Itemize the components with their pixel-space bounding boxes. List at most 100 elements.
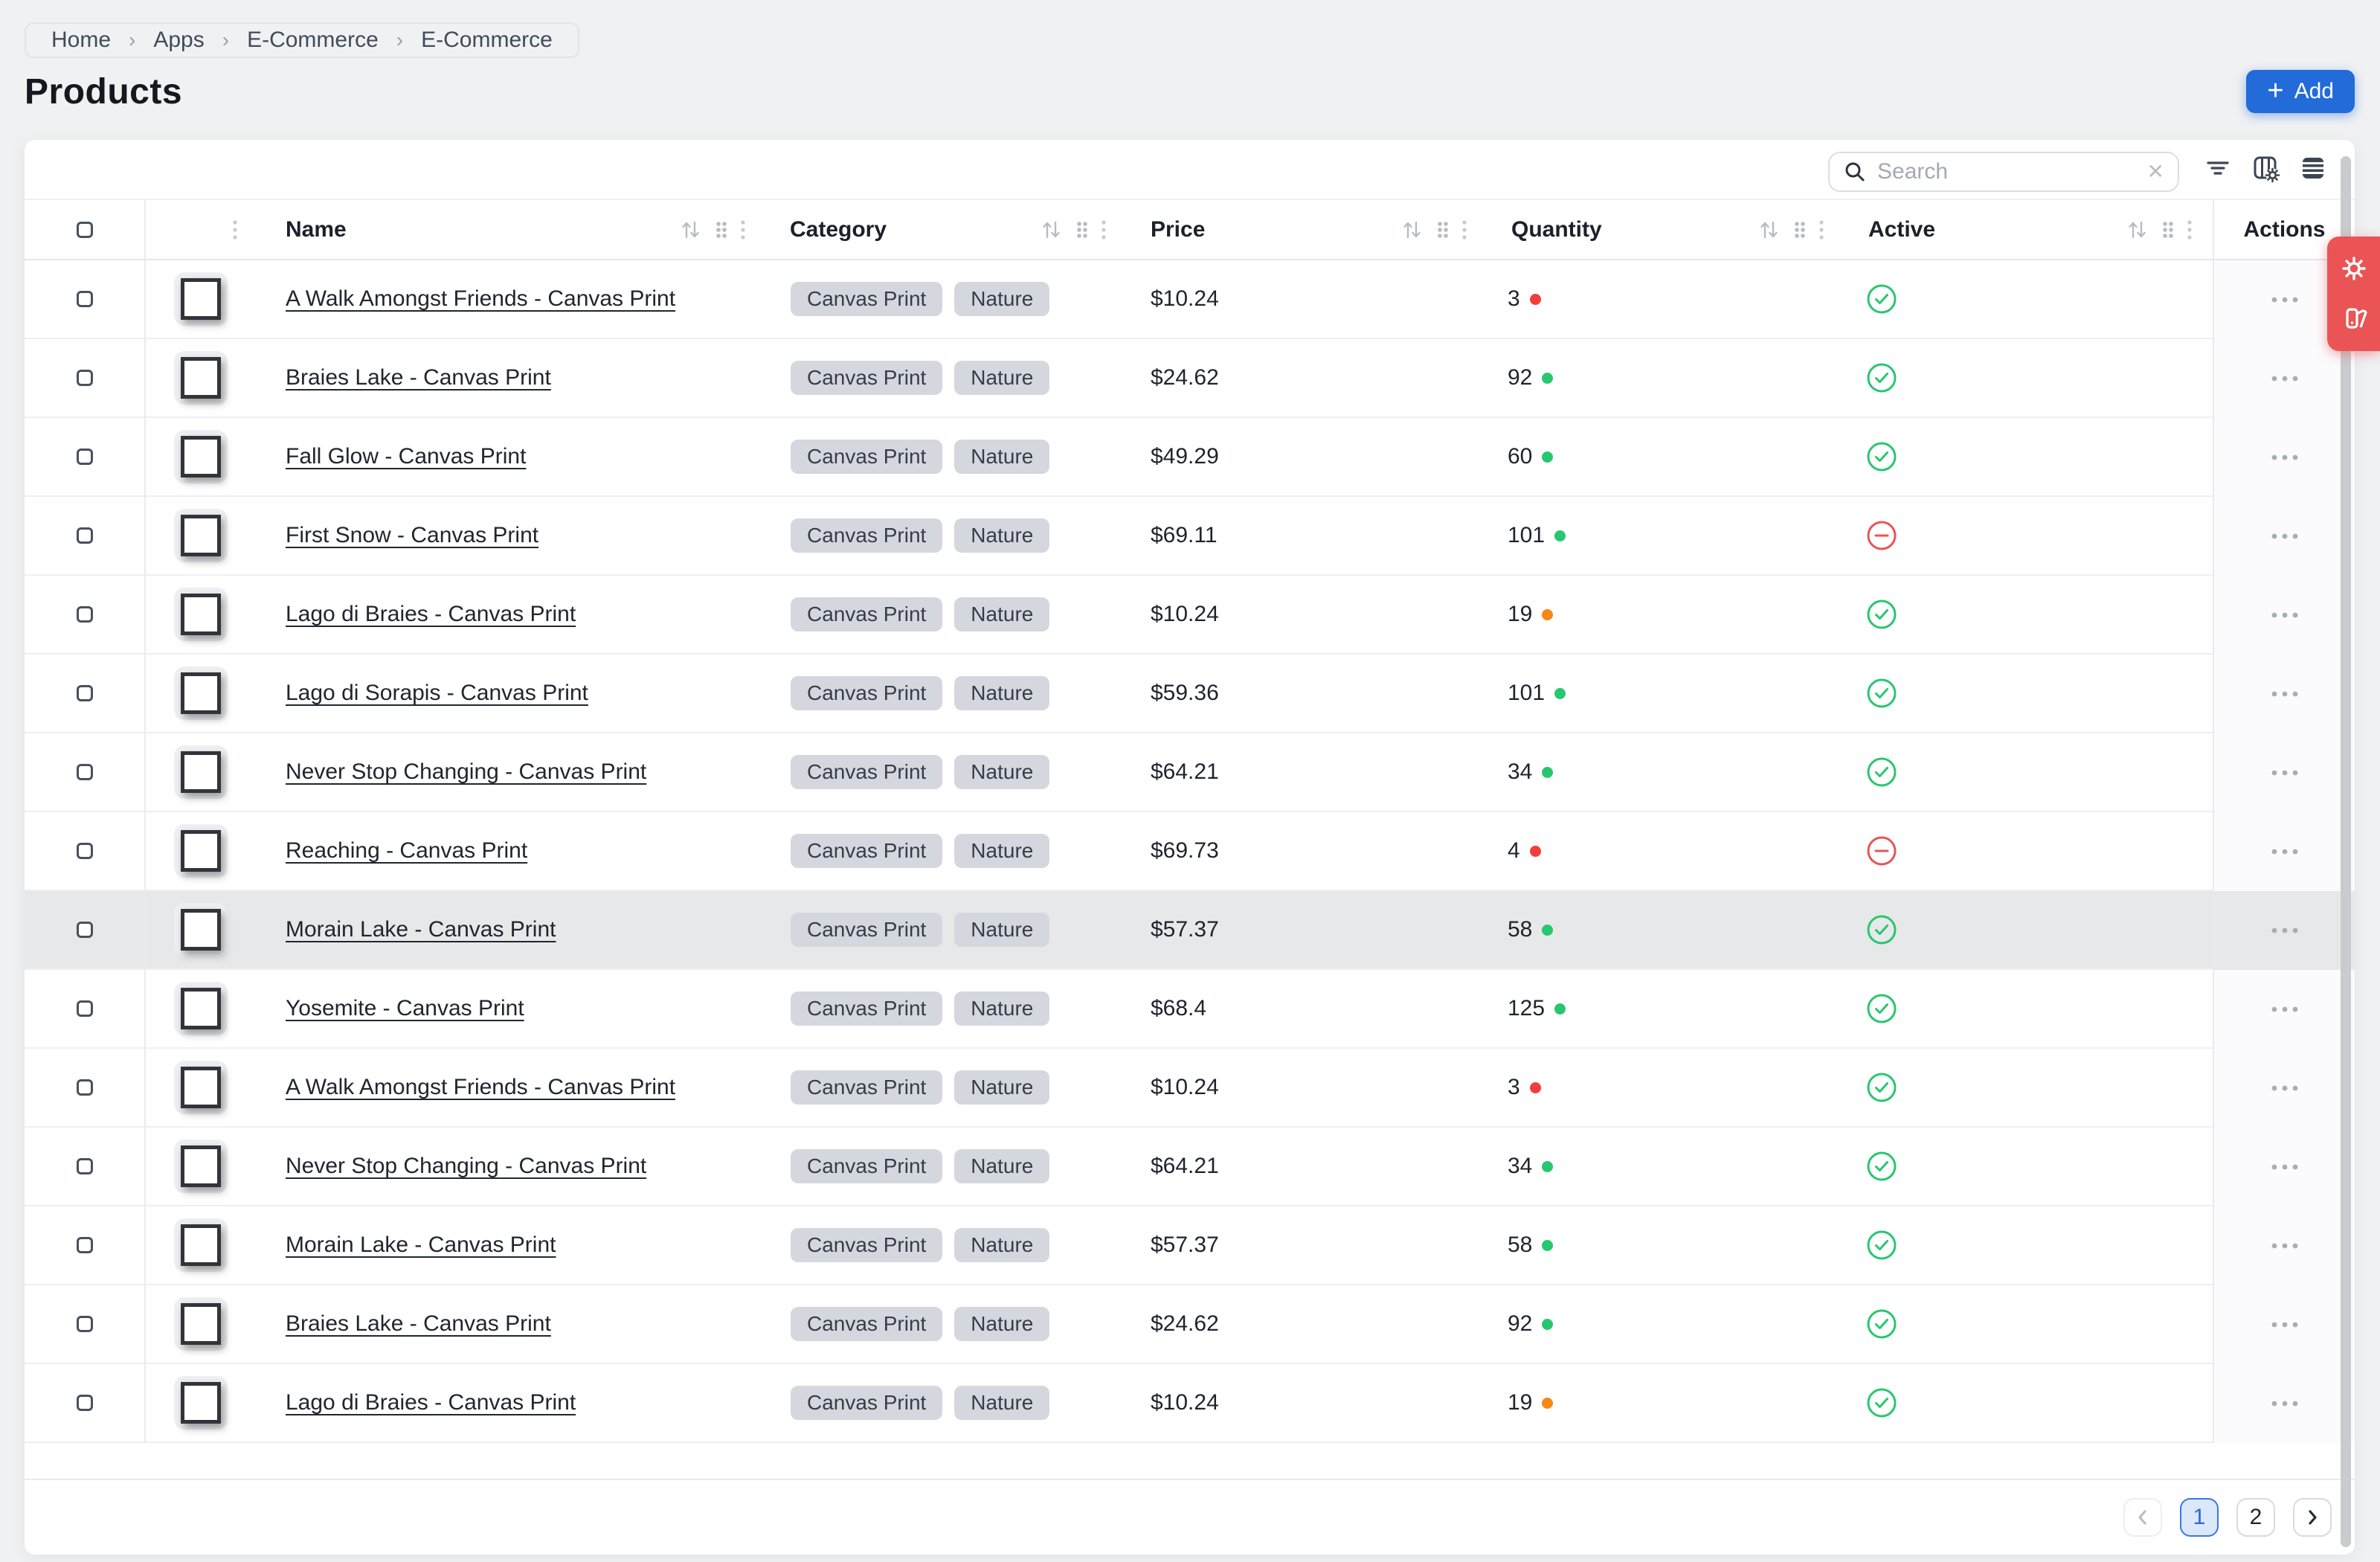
pagination-prev-button[interactable] (2123, 1498, 2162, 1537)
table-row[interactable]: A Walk Amongst Friends - Canvas Print Ca… (25, 1049, 2355, 1128)
row-actions-button[interactable] (2213, 576, 2355, 655)
column-header-price[interactable]: Price (1151, 217, 1205, 242)
product-name-link[interactable]: Morain Lake - Canvas Print (286, 1232, 556, 1258)
row-actions-button[interactable] (2213, 418, 2355, 497)
product-name-link[interactable]: Fall Glow - Canvas Print (286, 444, 526, 469)
column-header-active[interactable]: Active (1868, 217, 1935, 242)
column-header-name[interactable]: Name (286, 217, 347, 242)
sort-icon[interactable] (2123, 218, 2150, 242)
column-menu-icon[interactable] (1461, 218, 1468, 242)
drag-grip-icon[interactable] (2159, 218, 2177, 242)
swatches-icon[interactable] (2338, 303, 2370, 334)
product-name-link[interactable]: Lago di Sorapis - Canvas Print (286, 681, 588, 706)
product-name-link[interactable]: A Walk Amongst Friends - Canvas Print (286, 1075, 675, 1100)
table-row[interactable]: Lago di Braies - Canvas Print Canvas Pri… (25, 576, 2355, 655)
sort-icon[interactable] (1755, 218, 1782, 242)
table-row[interactable]: Reaching - Canvas Print Canvas Print Nat… (25, 812, 2355, 891)
row-actions-button[interactable] (2213, 812, 2355, 891)
table-row[interactable]: Braies Lake - Canvas Print Canvas Print … (25, 339, 2355, 418)
row-checkbox[interactable] (77, 606, 93, 623)
sort-icon[interactable] (1398, 218, 1425, 242)
row-checkbox[interactable] (77, 843, 93, 859)
product-name-link[interactable]: Never Stop Changing - Canvas Print (286, 1154, 646, 1179)
row-actions-button[interactable] (2213, 339, 2355, 418)
product-name-link[interactable]: Morain Lake - Canvas Print (286, 917, 556, 942)
row-checkbox[interactable] (77, 764, 93, 780)
product-name-link[interactable]: Never Stop Changing - Canvas Print (286, 759, 646, 785)
product-name-link[interactable]: Lago di Braies - Canvas Print (286, 1390, 576, 1415)
column-menu-icon[interactable] (231, 218, 239, 242)
product-name-link[interactable]: Lago di Braies - Canvas Print (286, 602, 576, 627)
product-name-link[interactable]: A Walk Amongst Friends - Canvas Print (286, 286, 675, 312)
table-row[interactable]: Lago di Sorapis - Canvas Print Canvas Pr… (25, 655, 2355, 733)
search-input[interactable] (1877, 159, 2137, 184)
row-actions-button[interactable] (2213, 1364, 2355, 1443)
row-checkbox[interactable] (77, 449, 93, 465)
table-row[interactable]: Yosemite - Canvas Print Canvas Print Nat… (25, 970, 2355, 1049)
drag-grip-icon[interactable] (713, 218, 730, 242)
row-checkbox[interactable] (77, 1395, 93, 1411)
table-row[interactable]: First Snow - Canvas Print Canvas Print N… (25, 497, 2355, 576)
row-actions-button[interactable] (2213, 891, 2355, 970)
clear-search-icon[interactable]: ✕ (2147, 161, 2164, 182)
row-actions-button[interactable] (2213, 1285, 2355, 1364)
row-actions-button[interactable] (2213, 1128, 2355, 1206)
row-height-icon[interactable] (2297, 152, 2329, 184)
row-actions-button[interactable] (2213, 733, 2355, 812)
column-menu-icon[interactable] (739, 218, 747, 242)
row-checkbox[interactable] (77, 370, 93, 386)
table-row[interactable]: Lago di Braies - Canvas Print Canvas Pri… (25, 1364, 2355, 1443)
product-name-link[interactable]: First Snow - Canvas Print (286, 523, 538, 548)
breadcrumb-home[interactable]: Home (51, 28, 111, 53)
column-settings-icon[interactable] (2249, 152, 2282, 184)
column-menu-icon[interactable] (1818, 218, 1825, 242)
add-button[interactable]: + Add (2246, 70, 2355, 113)
product-name-link[interactable]: Reaching - Canvas Print (286, 838, 527, 864)
drag-grip-icon[interactable] (1434, 218, 1452, 242)
product-name-link[interactable]: Braies Lake - Canvas Print (286, 1311, 551, 1337)
table-row[interactable]: Morain Lake - Canvas Print Canvas Print … (25, 891, 2355, 970)
drag-grip-icon[interactable] (1073, 218, 1091, 242)
select-all-checkbox[interactable] (77, 222, 93, 238)
column-header-quantity[interactable]: Quantity (1511, 217, 1602, 242)
breadcrumb-ecommerce[interactable]: E-Commerce (247, 28, 379, 53)
pagination-next-button[interactable] (2293, 1498, 2332, 1537)
column-menu-icon[interactable] (1100, 218, 1107, 242)
row-checkbox[interactable] (77, 922, 93, 938)
row-checkbox[interactable] (77, 291, 93, 307)
product-name-link[interactable]: Yosemite - Canvas Print (286, 996, 524, 1021)
sort-icon[interactable] (1038, 218, 1064, 242)
filter-icon[interactable] (2202, 152, 2234, 184)
table-row[interactable]: Morain Lake - Canvas Print Canvas Print … (25, 1206, 2355, 1285)
gear-icon[interactable] (2339, 254, 2369, 283)
breadcrumb-ecommerce-current[interactable]: E-Commerce (421, 28, 553, 53)
sort-icon[interactable] (677, 218, 704, 242)
row-checkbox[interactable] (77, 1316, 93, 1332)
row-actions-button[interactable] (2213, 497, 2355, 576)
pagination-page-1[interactable]: 1 (2180, 1498, 2219, 1537)
row-checkbox[interactable] (77, 527, 93, 544)
table-row[interactable]: Braies Lake - Canvas Print Canvas Print … (25, 1285, 2355, 1364)
row-actions-button[interactable] (2213, 1206, 2355, 1285)
column-menu-icon[interactable] (2186, 218, 2193, 242)
pagination-page-2[interactable]: 2 (2236, 1498, 2275, 1537)
row-checkbox[interactable] (77, 1000, 93, 1017)
row-actions-button[interactable] (2213, 1049, 2355, 1128)
row-checkbox[interactable] (77, 1237, 93, 1253)
theme-customizer[interactable] (2327, 237, 2380, 351)
row-checkbox[interactable] (77, 1158, 93, 1174)
row-actions-button[interactable] (2213, 655, 2355, 733)
product-name-link[interactable]: Braies Lake - Canvas Print (286, 365, 551, 390)
breadcrumb-apps[interactable]: Apps (153, 28, 204, 53)
row-checkbox[interactable] (77, 685, 93, 701)
table-row[interactable]: A Walk Amongst Friends - Canvas Print Ca… (25, 260, 2355, 339)
drag-grip-icon[interactable] (1791, 218, 1809, 242)
table-row[interactable]: Never Stop Changing - Canvas Print Canva… (25, 1128, 2355, 1206)
row-actions-button[interactable] (2213, 970, 2355, 1049)
search-box[interactable]: ✕ (1828, 152, 2179, 192)
row-checkbox[interactable] (77, 1079, 93, 1096)
table-row[interactable]: Fall Glow - Canvas Print Canvas Print Na… (25, 418, 2355, 497)
table-row[interactable]: Never Stop Changing - Canvas Print Canva… (25, 733, 2355, 812)
vertical-scrollbar[interactable] (2341, 156, 2351, 1547)
column-header-category[interactable]: Category (790, 217, 887, 242)
